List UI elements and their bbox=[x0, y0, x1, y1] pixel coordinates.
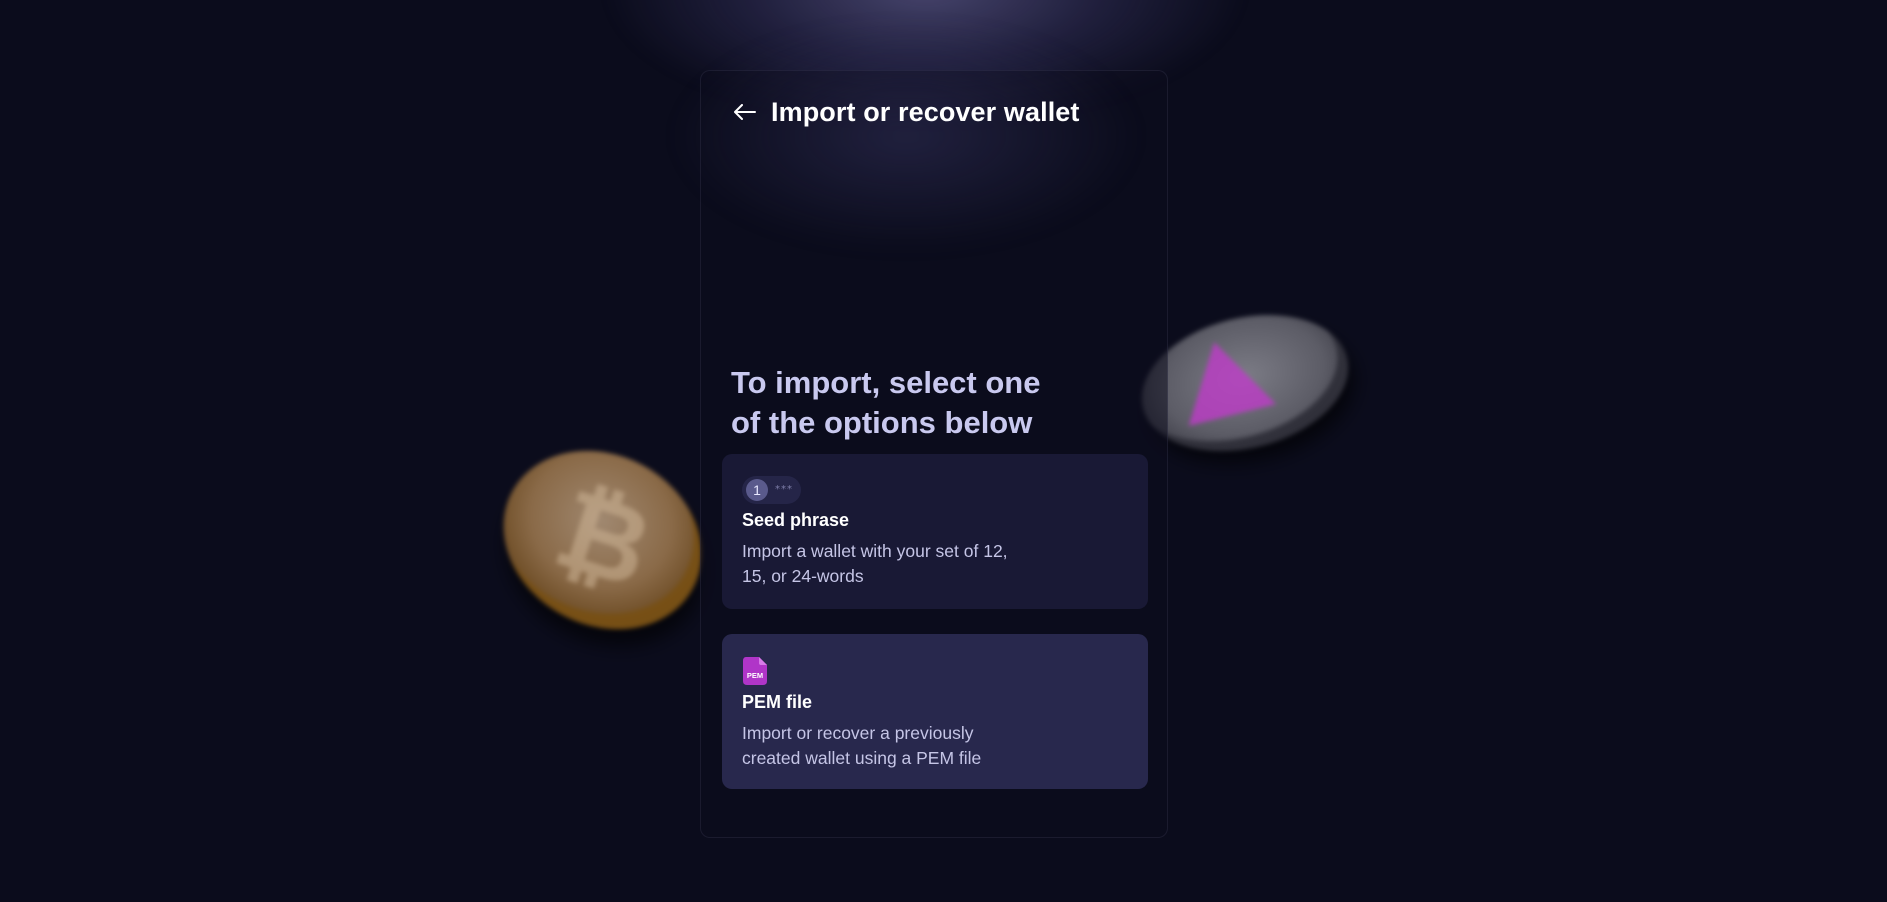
seed-phrase-option[interactable]: 1 *** Seed phrase Import a wallet with y… bbox=[722, 454, 1148, 609]
pem-file-title: PEM file bbox=[742, 692, 813, 712]
seed-phrase-title: Seed phrase bbox=[742, 510, 850, 530]
bitcoin-symbol-icon: ₿ bbox=[541, 463, 667, 614]
page-title: Import or recover wallet bbox=[771, 96, 1080, 127]
import-wallet-panel: Import or recover wallet To import, sele… bbox=[671, 21, 1168, 838]
bitcoin-coin-decoration: ₿ bbox=[472, 416, 733, 664]
pem-file-description: Import or recover a previously created w… bbox=[742, 723, 982, 768]
seed-phrase-description: Import a wallet with your set of 12, 15,… bbox=[742, 541, 1008, 586]
panel-glow bbox=[671, 21, 1141, 251]
seed-number-badge: 1 bbox=[746, 479, 768, 501]
pem-file-option[interactable]: PEM PEM file Import or recover a previou… bbox=[722, 634, 1148, 789]
back-button[interactable] bbox=[731, 98, 759, 126]
header: Import or recover wallet bbox=[731, 95, 1080, 129]
seed-phrase-icon: 1 *** bbox=[742, 476, 801, 504]
seed-dots: *** bbox=[775, 484, 793, 495]
arrow-left-icon bbox=[734, 104, 756, 120]
pem-icon-label: PEM bbox=[747, 671, 763, 680]
pem-file-icon: PEM bbox=[743, 657, 767, 685]
ethereum-symbol-icon bbox=[1170, 331, 1277, 426]
intro-heading: To import, select one of the options bel… bbox=[731, 365, 1041, 440]
